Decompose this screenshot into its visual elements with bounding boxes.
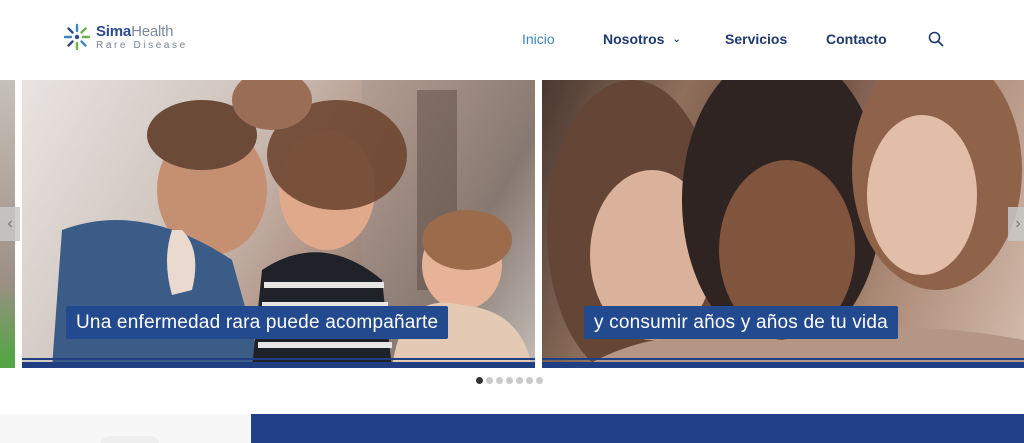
carousel-dot[interactable]	[526, 377, 533, 384]
caption-underline	[22, 358, 535, 360]
nav-item-servicios[interactable]: Servicios	[725, 31, 787, 47]
carousel-next-button[interactable]: ›	[1008, 207, 1024, 241]
caption-bar	[22, 362, 535, 368]
next-section-image	[100, 436, 160, 443]
nav-item-contacto[interactable]: Contacto	[826, 31, 887, 47]
carousel-dot[interactable]	[506, 377, 513, 384]
carousel-dot[interactable]	[496, 377, 503, 384]
slide-caption: y consumir años y años de tu vida	[584, 306, 898, 339]
nav-item-nosotros-label: Nosotros	[603, 31, 665, 47]
carousel-slide-2[interactable]: y consumir años y años de tu vida	[542, 80, 1024, 368]
nav-item-nosotros[interactable]: Nosotros ⌄	[603, 31, 681, 47]
caption-underline	[542, 358, 1024, 360]
brand-tagline: Rare Disease	[96, 39, 188, 51]
carousel-slide-1[interactable]: Una enfermedad rara puede acompañarte	[22, 80, 535, 368]
caption-bar	[542, 362, 1024, 368]
logo[interactable]: SimaHealth Rare Disease	[62, 22, 188, 52]
slide-caption: Una enfermedad rara puede acompañarte	[66, 306, 449, 339]
search-icon[interactable]	[928, 31, 944, 47]
site-header: SimaHealth Rare Disease Inicio Nosotros ⌄…	[0, 0, 1024, 80]
brand-name: SimaHealth	[96, 22, 174, 40]
hero-carousel: Una enfermedad rara puede acompañarte y …	[0, 80, 1024, 384]
carousel-prev-button[interactable]: ‹	[0, 207, 20, 241]
next-section-banner	[251, 414, 1024, 443]
carousel-dot[interactable]	[486, 377, 493, 384]
carousel-dot[interactable]	[516, 377, 523, 384]
chevron-down-icon: ⌄	[672, 34, 681, 45]
carousel-dot[interactable]	[476, 377, 483, 384]
nav-item-inicio[interactable]: Inicio	[522, 31, 555, 47]
carousel-pagination	[476, 377, 543, 384]
carousel-dot[interactable]	[536, 377, 543, 384]
logo-mark-icon	[63, 23, 91, 51]
